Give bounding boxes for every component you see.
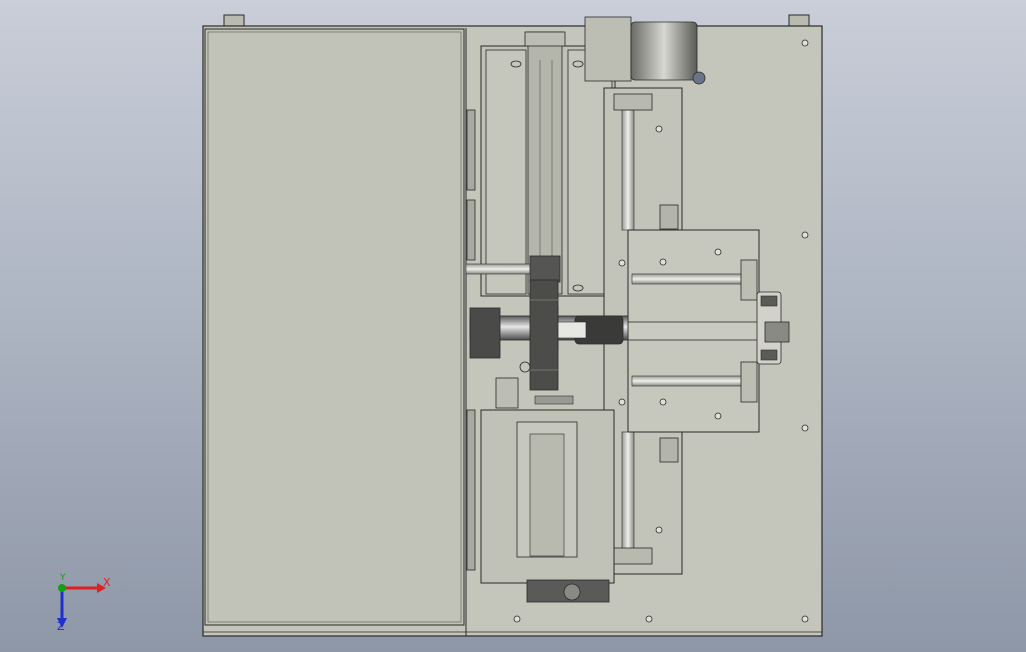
gripper-tip	[555, 321, 587, 339]
top-tab-right	[788, 14, 810, 28]
top-tab-left	[223, 14, 245, 28]
side-clamp-lower	[659, 437, 679, 463]
side-slot-3	[466, 409, 476, 571]
axis-label-z: Z	[57, 620, 65, 633]
carriage-rod-upper	[631, 273, 745, 285]
axis-label-y: Y	[60, 573, 66, 583]
lower-housing-inner	[529, 433, 565, 557]
upper-guide-channel	[527, 31, 563, 295]
rod-support-upper	[740, 259, 758, 301]
motor-body[interactable]	[630, 21, 698, 81]
spindle-housing	[469, 307, 501, 359]
lower-roller	[563, 583, 581, 601]
guide-top-cap	[524, 31, 566, 47]
upper-rod	[465, 263, 537, 275]
carriage-rod-lower	[631, 375, 745, 387]
left-cover-panel[interactable]	[204, 28, 465, 626]
push-arm[interactable]	[627, 321, 761, 341]
motor-connector	[692, 71, 706, 85]
motor-flange	[584, 16, 632, 82]
rail-bracket-bottom	[613, 547, 653, 565]
vertical-rail-upper	[621, 109, 635, 231]
sensor-bracket	[495, 377, 519, 409]
cad-viewport[interactable]: X Y Z	[0, 0, 1026, 652]
axis-label-x: X	[103, 576, 111, 589]
assembly-drawing[interactable]	[0, 0, 1026, 652]
vertical-rail-lower	[621, 431, 635, 553]
clevis-nut-bottom	[760, 349, 778, 361]
chain-column	[529, 279, 559, 391]
side-slot-1	[466, 109, 476, 191]
upper-rod-block	[529, 255, 561, 283]
rail-bracket-top	[613, 93, 653, 111]
clevis-nut-top	[760, 295, 778, 307]
side-slot-2	[466, 199, 476, 261]
rod-support-lower	[740, 361, 758, 403]
cylinder-rod-end	[764, 321, 790, 343]
side-clamp-upper	[659, 204, 679, 230]
fitting-row	[534, 395, 574, 405]
upper-guide-left	[485, 49, 527, 295]
